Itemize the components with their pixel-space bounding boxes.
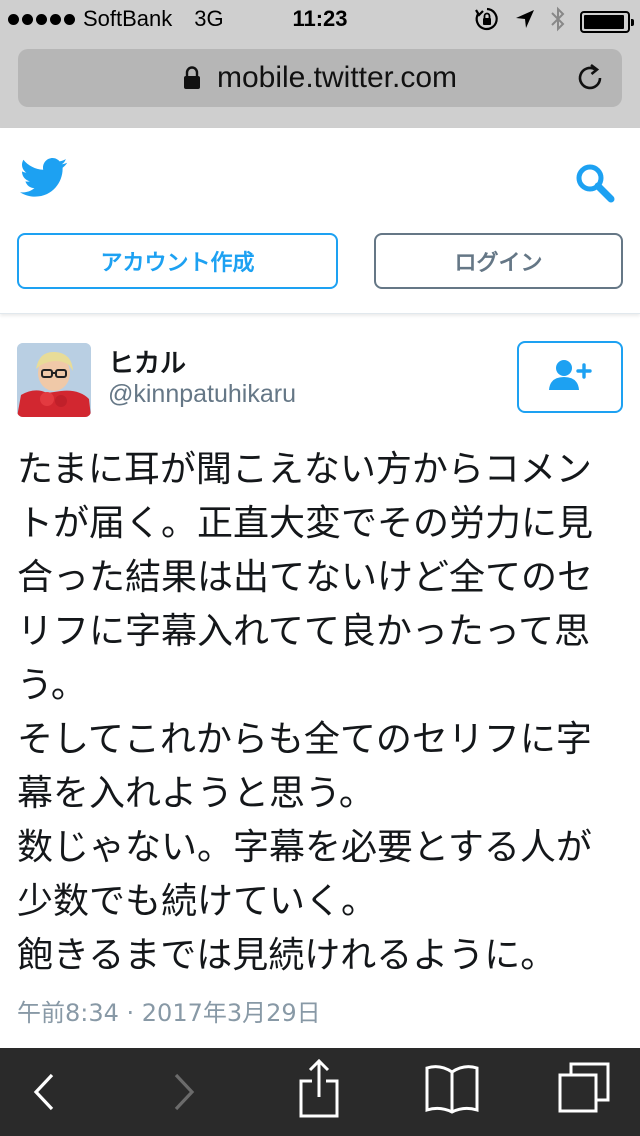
tweet-timestamp[interactable]: 午前8:34 · 2017年3月29日 xyxy=(17,993,321,1028)
tabs-icon[interactable] xyxy=(556,1062,612,1114)
twitter-bird-icon[interactable] xyxy=(20,158,68,202)
status-right xyxy=(474,6,634,37)
browser-toolbar xyxy=(0,1048,640,1136)
reload-icon[interactable] xyxy=(574,62,606,98)
tweet-author-handle[interactable]: @kinnpatuhikaru xyxy=(108,380,296,409)
address-bar[interactable]: mobile.twitter.com xyxy=(18,49,622,107)
share-icon[interactable] xyxy=(296,1058,342,1120)
back-icon[interactable] xyxy=(28,1066,60,1118)
create-account-button[interactable]: アカウント作成 xyxy=(17,233,338,289)
orientation-lock-icon xyxy=(474,6,500,37)
bluetooth-icon xyxy=(550,6,566,37)
tweet-author-name[interactable]: ヒカル xyxy=(108,343,186,380)
status-bar: SoftBank 3G 11:23 xyxy=(0,0,640,40)
location-arrow-icon xyxy=(514,8,536,35)
login-button[interactable]: ログイン xyxy=(374,233,623,289)
add-user-icon xyxy=(548,358,592,396)
avatar[interactable] xyxy=(17,343,91,417)
tweet-text: たまに耳が聞こえない方からコメントが届く。正直大変でその労力に見合った結果は出て… xyxy=(17,449,594,976)
lock-icon xyxy=(183,66,201,90)
bookmarks-icon[interactable] xyxy=(424,1062,480,1114)
site-header: アカウント作成 ログイン xyxy=(0,128,640,314)
search-icon[interactable] xyxy=(574,162,616,208)
follow-button[interactable] xyxy=(517,341,623,413)
url-text: mobile.twitter.com xyxy=(216,61,458,94)
browser-address-area: mobile.twitter.com xyxy=(0,40,640,128)
battery-icon xyxy=(580,10,634,33)
forward-icon[interactable] xyxy=(168,1066,200,1118)
url-display[interactable]: mobile.twitter.com xyxy=(18,49,622,107)
